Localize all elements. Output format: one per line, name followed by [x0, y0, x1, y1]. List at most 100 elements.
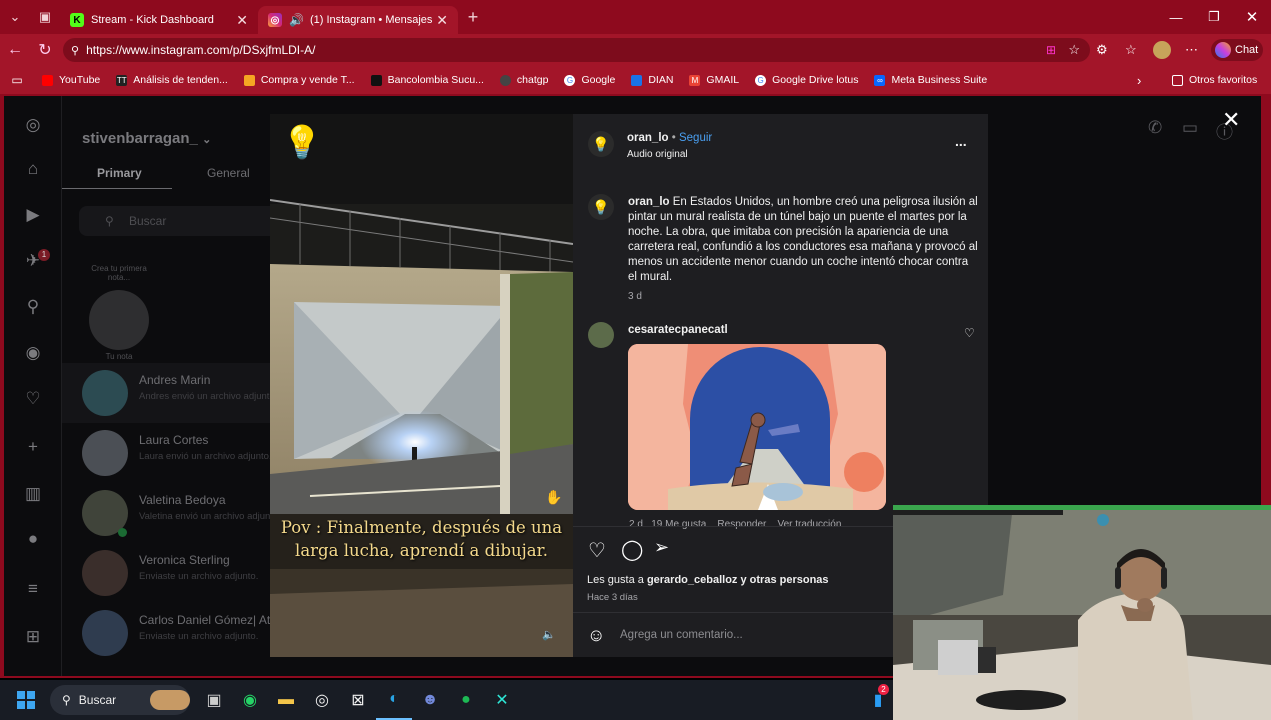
explore-icon[interactable]: ◉ [22, 342, 44, 364]
bookmark-compra[interactable]: Compra y vende T... [236, 74, 363, 86]
chat-item[interactable]: Laura Cortes Laura envió un archivo adju… [62, 423, 272, 483]
home-icon[interactable]: ⌂ [22, 158, 44, 180]
restore-icon[interactable]: ❐ [1195, 0, 1233, 34]
search-icon[interactable]: ⚲ [22, 296, 44, 318]
tab-kick[interactable]: K Stream - Kick Dashboard ✕ [60, 6, 258, 34]
reply-button[interactable]: Responder [717, 519, 766, 530]
emoji-icon[interactable]: ☺ [587, 625, 605, 646]
audio-link[interactable]: Audio original [627, 147, 688, 162]
task-view-icon[interactable]: ▣ [196, 680, 232, 720]
url-field[interactable]: ⚲ https://www.instagram.com/p/DSxjfmLDI-… [63, 38, 1090, 62]
chevron-right-icon[interactable]: › [1137, 73, 1141, 88]
workspaces-icon[interactable]: ▣ [30, 0, 60, 34]
bookmark-drive[interactable]: G Google Drive lotus [747, 74, 866, 86]
chat-item[interactable]: Carlos Daniel Gómez| Atle Enviaste un ar… [62, 603, 280, 663]
tab-general[interactable]: General [207, 166, 250, 180]
inbox-username[interactable]: stivenbarragan_ ⌄ [82, 130, 211, 147]
volume-icon[interactable]: 🔈 [542, 628, 560, 646]
phone-icon[interactable]: ✆ [1148, 118, 1162, 138]
other-favorites[interactable]: Otros favoritos [1164, 74, 1265, 86]
profile-avatar[interactable] [1153, 41, 1171, 59]
follow-button[interactable]: Seguir [679, 132, 712, 144]
close-modal-icon[interactable]: ✕ [1222, 107, 1240, 133]
bookmark-analisis[interactable]: TT Análisis de tenden... [108, 74, 236, 86]
comment-input[interactable]: Agrega un comentario... [620, 628, 743, 643]
site-info-icon[interactable]: ⚲ [71, 44, 79, 57]
tab-actions-icon[interactable]: ⌄ [0, 0, 30, 34]
meta-icon: ∞ [874, 74, 886, 86]
comment-author[interactable]: cesaratecpanecatl [628, 323, 728, 338]
commenter-avatar[interactable] [588, 322, 614, 348]
capcut-icon[interactable]: ⊠ [340, 680, 376, 720]
bookmark-gmail[interactable]: M GMAIL [681, 74, 747, 86]
extensions-icon[interactable]: ⚙ [1096, 42, 1108, 58]
spotify-icon[interactable]: ● [448, 680, 484, 720]
author-avatar[interactable]: 💡 [588, 131, 614, 157]
speaker-icon[interactable]: 🔊 [289, 13, 304, 27]
minimize-icon[interactable]: — [1157, 0, 1195, 34]
favorites-icon[interactable]: ☆ [1125, 42, 1137, 58]
chat-item[interactable]: Valetina Bedoya Valetina envió un archiv… [62, 483, 281, 543]
tray-icon[interactable]: ▮ 2 [860, 680, 896, 720]
apps-icon[interactable]: ⊞ [1046, 43, 1056, 57]
like-icon[interactable]: ♡ [588, 538, 606, 563]
bookmark-google[interactable]: G Google [556, 74, 623, 86]
like-comment-icon[interactable]: ♡ [964, 326, 975, 340]
folder-icon [1172, 74, 1183, 86]
search-highlight-icon [150, 690, 190, 710]
comment-gif[interactable] [628, 344, 886, 510]
bookmark-chatgp[interactable]: chatgp [492, 74, 557, 86]
favorite-star-icon[interactable]: ☆ [1068, 42, 1080, 58]
close-tab-icon[interactable]: ✕ [436, 12, 448, 29]
whatsapp-icon[interactable]: ◉ [232, 680, 268, 720]
comment-likes[interactable]: 19 Me gusta [651, 519, 706, 530]
bookmark-dian[interactable]: DIAN [623, 74, 681, 86]
dashboard-icon[interactable]: ▥ [22, 483, 44, 505]
close-window-icon[interactable]: ✕ [1233, 0, 1271, 34]
copilot-chat-button[interactable]: Chat [1211, 39, 1263, 61]
app-icon[interactable]: ✕ [484, 680, 520, 720]
close-tab-icon[interactable]: ✕ [236, 12, 248, 29]
tab-primary[interactable]: Primary [97, 166, 142, 180]
likes-others[interactable]: y otras personas [740, 574, 828, 586]
more-apps-icon[interactable]: ⊞ [22, 626, 44, 648]
translate-button[interactable]: Ver traducción [777, 519, 841, 530]
new-tab-icon[interactable]: + [458, 0, 488, 34]
inbox-search[interactable]: ⚲ Buscar [79, 206, 279, 236]
reels-icon[interactable]: ▶ [22, 204, 44, 226]
back-icon[interactable]: ← [0, 41, 30, 59]
discord-icon[interactable]: ☻ [412, 680, 448, 720]
bookmark-bancolombia[interactable]: Bancolombia Sucu... [363, 74, 492, 86]
edge-icon[interactable]: ◐ [376, 680, 412, 720]
likes-user[interactable]: gerardo_ceballoz [647, 574, 737, 586]
video-call-icon[interactable]: ▭ [1182, 118, 1198, 138]
heart-icon[interactable]: ♡ [22, 388, 44, 410]
caption-author[interactable]: oran_lo [628, 196, 670, 208]
bookmark-meta[interactable]: ∞ Meta Business Suite [866, 74, 995, 86]
author-name[interactable]: oran_lo [627, 132, 669, 144]
share-icon[interactable]: ➢ [654, 537, 669, 558]
profile-icon[interactable]: ● [22, 528, 44, 550]
create-icon[interactable]: + [22, 436, 44, 458]
tab-instagram[interactable]: ◎ 🔊 (1) Instagram • Mensajes ✕ [258, 6, 458, 34]
note-bubble[interactable]: Crea tu primera nota... Tu nota [84, 264, 154, 361]
chat-item[interactable]: Andres Marin Andres envió un archivo adj… [62, 363, 277, 423]
streamer-webcam-feed [893, 505, 1271, 720]
bookmark-label: Google [581, 74, 616, 86]
menu-icon[interactable]: ≡ [22, 578, 44, 600]
windows-start-icon[interactable] [8, 680, 44, 720]
chat-item[interactable]: Veronica Sterling Enviaste un archivo ad… [62, 543, 272, 603]
taskbar-search[interactable]: ⚲ Buscar [50, 685, 190, 715]
file-explorer-icon[interactable]: ▬ [268, 680, 304, 720]
more-options-button[interactable]: ... [955, 134, 967, 149]
more-icon[interactable]: ⋯ [1185, 42, 1198, 58]
instagram-logo-icon[interactable]: ◎ [22, 114, 44, 136]
post-media[interactable]: 💡 Pov : Finalmente, después de una larga… [270, 114, 573, 657]
collections-icon[interactable]: ▭ [0, 73, 34, 87]
caption-author-avatar[interactable]: 💡 [588, 194, 614, 220]
comment-icon[interactable]: ◯ [621, 537, 643, 562]
bookmark-youtube[interactable]: YouTube [34, 74, 108, 86]
obs-icon[interactable]: ◎ [304, 680, 340, 720]
avatar [82, 370, 128, 416]
reload-icon[interactable]: ↻ [30, 40, 60, 60]
